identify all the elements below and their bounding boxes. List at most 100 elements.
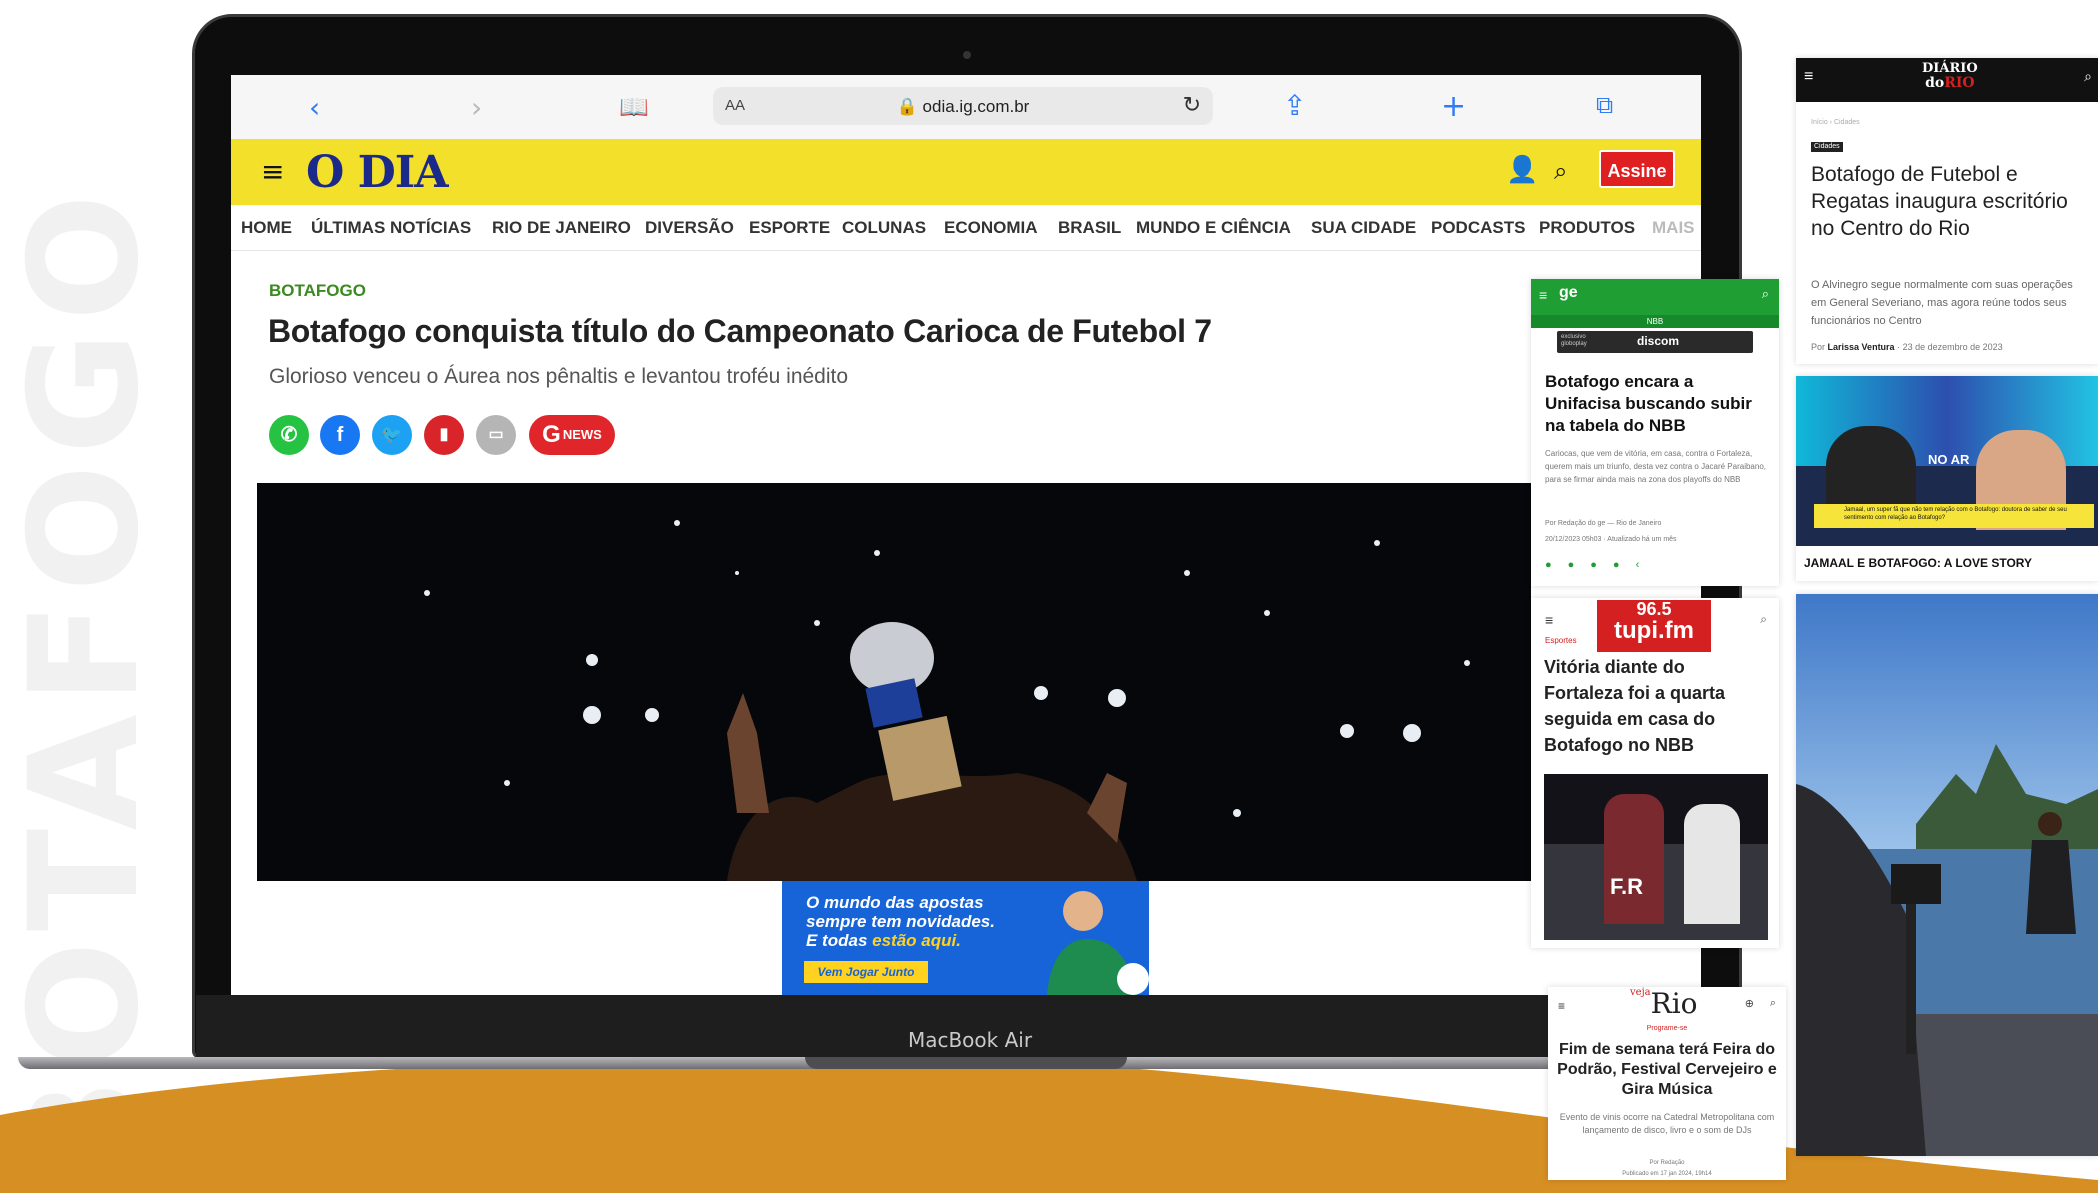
share-icon[interactable]: ⇪ xyxy=(1283,89,1306,122)
vejario-summary: Evento de vinis ocorre na Catedral Metro… xyxy=(1559,1112,1775,1135)
vejario-section: Programe-se xyxy=(1646,1025,1688,1032)
ge-search-icon[interactable]: ⌕ xyxy=(1762,286,1769,302)
tupi-search-icon[interactable]: ⌕ xyxy=(1760,612,1767,627)
ge-summary: Cariocas, que vem de vitória, em casa, c… xyxy=(1545,449,1766,484)
article-subheadline: Glorioso venceu o Áurea nos pênaltis e l… xyxy=(269,365,849,388)
video-card[interactable]: NO AR Jamaal, um super fã que não tem re… xyxy=(1796,376,2098,581)
ad-person-illustration xyxy=(1047,891,1149,995)
ge-share-icons[interactable]: ●●●●‹ xyxy=(1545,559,1655,571)
tupi-section: Esportes xyxy=(1545,636,1577,645)
diario-headline[interactable]: Botafogo de Futebol e Regatas inaugura e… xyxy=(1811,161,2089,242)
ad-button[interactable]: Vem Jogar Junto xyxy=(804,961,928,983)
nav-item-mundo[interactable]: MUNDO E CIÊNCIA xyxy=(1136,218,1291,238)
laptop-brand-label: MacBook Air xyxy=(907,1028,1033,1052)
vejario-search-icon[interactable]: ⌕ xyxy=(1770,997,1776,1010)
diario-logo[interactable]: DIÁRIO doRIO xyxy=(1922,61,1978,91)
video-ticker: Jamaal, um super fã que não tem relação … xyxy=(1814,504,2094,528)
comment-icon[interactable]: ▭ xyxy=(476,415,516,455)
tupi-logo-name: tupi.fm xyxy=(1614,617,1694,644)
facebook-icon[interactable]: f xyxy=(320,415,360,455)
nav-item-mais[interactable]: MAIS xyxy=(1652,218,1695,238)
article-kicker[interactable]: BOTAFOGO xyxy=(269,281,366,301)
nav-item-home[interactable]: HOME xyxy=(241,218,292,238)
diario-header: ≡ DIÁRIO doRIO ⌕ xyxy=(1796,58,2098,102)
diario-byline-name: Larissa Ventura xyxy=(1827,342,1895,352)
menu-icon[interactable]: ≡ xyxy=(261,155,284,188)
nav-item-esporte[interactable]: ESPORTE xyxy=(749,218,830,238)
tupi-player-white xyxy=(1684,804,1740,924)
ge-menu-icon[interactable]: ≡ xyxy=(1539,287,1547,303)
diario-tag[interactable]: Cidades xyxy=(1811,142,1843,152)
diario-logo-bottom: doRIO xyxy=(1922,76,1978,90)
main-nav: HOME ÚLTIMAS NOTÍCIAS RIO DE JANEIRO DIV… xyxy=(231,205,1701,251)
vejario-headline[interactable]: Fim de semana terá Feira do Podrão, Fest… xyxy=(1556,1040,1778,1100)
subscribe-button[interactable]: Assine xyxy=(1599,150,1675,188)
ge-byline: Por Redação do ge — Rio de Janeiro xyxy=(1545,520,1662,527)
ad-line-2: sempre tem novidades. xyxy=(806,912,995,931)
diario-date: 23 de dezembro de 2023 xyxy=(1902,342,2003,352)
google-news-button[interactable]: G NEWS xyxy=(529,415,615,455)
tupi-headline[interactable]: Vitória diante do Fortaleza foi a quarta… xyxy=(1544,654,1768,758)
nav-item-ultimas[interactable]: ÚLTIMAS NOTÍCIAS xyxy=(311,218,471,238)
ge-article-card[interactable]: ≡ ge ⌕ NBB exclusivo globoplay discom Bo… xyxy=(1531,279,1779,586)
whatsapp-icon[interactable]: ✆ xyxy=(269,415,309,455)
search-icon[interactable]: ⌕ xyxy=(1554,157,1567,185)
user-icon[interactable]: 👤 xyxy=(1506,155,1538,185)
address-bar[interactable]: AA 🔒 odia.ig.com.br ↻ xyxy=(713,87,1213,125)
new-tab-icon[interactable]: + xyxy=(1441,89,1466,124)
vejario-logo[interactable]: vejaRio xyxy=(1630,987,1698,1020)
nav-item-rio[interactable]: RIO DE JANEIRO xyxy=(492,218,631,238)
browser-toolbar: ‹ › 📖 AA 🔒 odia.ig.com.br ↻ ⇪ + ⧉ xyxy=(231,75,1701,139)
trophy-celebration-photo xyxy=(257,483,1531,881)
ge-header: ≡ ge ⌕ xyxy=(1531,279,1779,315)
diario-search-icon[interactable]: ⌕ xyxy=(2084,68,2092,85)
url-value: odia.ig.com.br xyxy=(922,97,1030,116)
vejario-account-icon[interactable]: ⊕ xyxy=(1745,997,1754,1010)
ge-headline[interactable]: Botafogo encara a Unifacisa buscando sub… xyxy=(1545,371,1771,437)
video-caption[interactable]: JAMAAL E BOTAFOGO: A LOVE STORY xyxy=(1804,556,2032,570)
vejario-logo-small: veja xyxy=(1630,987,1651,998)
nav-item-colunas[interactable]: COLUNAS xyxy=(842,218,926,238)
vejario-logo-main: Rio xyxy=(1650,987,1698,1020)
tabs-icon[interactable]: ⧉ xyxy=(1596,91,1613,119)
nav-item-produtos[interactable]: PRODUTOS xyxy=(1539,218,1635,238)
advertisement-banner[interactable]: O mundo das apostas sempre tem novidades… xyxy=(782,881,1149,995)
tupi-logo-frequency: 96.5 xyxy=(1636,599,1672,619)
vejario-article-card[interactable]: ≡ vejaRio ⊕ ⌕ Programe-se Fim de semana … xyxy=(1548,987,1786,1180)
site-logo[interactable]: O DIA xyxy=(306,147,449,198)
ge-logo[interactable]: ge xyxy=(1559,284,1578,302)
ge-section: NBB xyxy=(1531,315,1779,328)
diario-menu-icon[interactable]: ≡ xyxy=(1804,68,1813,86)
nav-item-sua-cidade[interactable]: SUA CIDADE xyxy=(1311,218,1416,238)
article-headline: Botafogo conquista título do Campeonato … xyxy=(268,313,1212,349)
lagoon-photo-card[interactable] xyxy=(1796,594,2098,1156)
back-icon[interactable]: ‹ xyxy=(309,91,320,124)
video-overlay-text: NO AR xyxy=(1928,452,1970,467)
nav-item-brasil[interactable]: BRASIL xyxy=(1058,218,1121,238)
video-thumbnail[interactable]: NO AR Jamaal, um super fã que não tem re… xyxy=(1796,376,2098,546)
vejario-menu-icon[interactable]: ≡ xyxy=(1558,999,1565,1013)
nav-item-economia[interactable]: ECONOMIA xyxy=(944,218,1038,238)
ge-promo-left: exclusivo globoplay xyxy=(1561,334,1587,347)
bookmarks-icon[interactable]: 📖 xyxy=(619,93,649,121)
tupi-menu-icon[interactable]: ≡ xyxy=(1545,612,1553,628)
bookmark-icon[interactable]: ▮ xyxy=(424,415,464,455)
diario-logo-rio: RIO xyxy=(1944,75,1975,91)
nav-item-diversao[interactable]: DIVERSÃO xyxy=(645,218,734,238)
tupi-logo[interactable]: 96.5 tupi.fm xyxy=(1597,600,1711,652)
diario-byline-prefix: Por xyxy=(1811,342,1826,352)
twitter-icon[interactable]: 🐦 xyxy=(372,415,412,455)
diario-article-card[interactable]: ≡ DIÁRIO doRIO ⌕ Início › Cidades Cidade… xyxy=(1796,58,2098,364)
forward-icon[interactable]: › xyxy=(471,91,482,124)
diario-summary: O Alvinegro segue normalmente com suas o… xyxy=(1811,279,2073,327)
nav-item-podcasts[interactable]: PODCASTS xyxy=(1431,218,1525,238)
article-photo xyxy=(257,483,1531,881)
reload-icon[interactable]: ↻ xyxy=(1183,93,1201,118)
laptop-screen: ‹ › 📖 AA 🔒 odia.ig.com.br ↻ ⇪ + ⧉ ≡ O DI… xyxy=(231,75,1701,995)
ge-promo-banner[interactable]: exclusivo globoplay discom xyxy=(1557,331,1753,353)
diario-logo-top: DIÁRIO xyxy=(1922,61,1978,76)
vejario-date: Publicado em 17 jan 2024, 19h14 xyxy=(1622,1171,1712,1177)
site-header: ≡ O DIA 👤 ⌕ Assine xyxy=(231,139,1701,205)
tupi-article-card[interactable]: ≡ 96.5 tupi.fm ⌕ Esportes Vitória diante… xyxy=(1531,598,1779,948)
diario-breadcrumb[interactable]: Início › Cidades xyxy=(1811,116,1860,130)
